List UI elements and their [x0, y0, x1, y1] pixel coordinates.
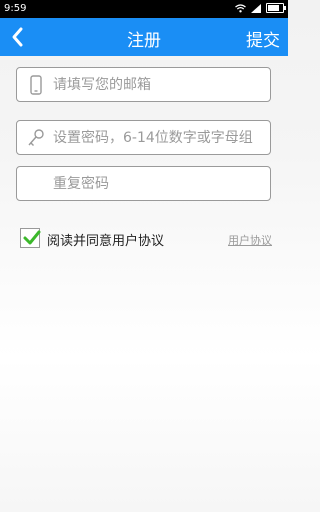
status-bar: 9:59: [0, 0, 288, 18]
email-field: [16, 67, 271, 102]
phone-icon: [30, 75, 42, 95]
wifi-icon: [235, 3, 246, 12]
status-time: 9:59: [4, 3, 27, 14]
battery-icon: [266, 3, 286, 13]
signal-icon: [251, 3, 261, 13]
status-icons: [235, 3, 286, 13]
user-agreement-link[interactable]: 用户协议: [228, 232, 272, 248]
nav-bar: 注册 提交: [0, 18, 288, 56]
confirm-password-input[interactable]: [53, 167, 266, 200]
password-input[interactable]: [53, 121, 266, 154]
agree-label: 阅读并同意用户协议: [47, 234, 165, 249]
agreement-row: 阅读并同意用户协议 用户协议: [20, 228, 272, 252]
email-input[interactable]: [53, 68, 266, 101]
checkmark-icon: [23, 230, 41, 245]
page-title: 注册: [127, 31, 161, 51]
key-icon: [28, 129, 44, 146]
agree-checkbox[interactable]: [20, 228, 41, 248]
confirm-password-field: [16, 166, 271, 201]
submit-button[interactable]: 提交: [246, 26, 280, 51]
password-field: [16, 120, 271, 155]
